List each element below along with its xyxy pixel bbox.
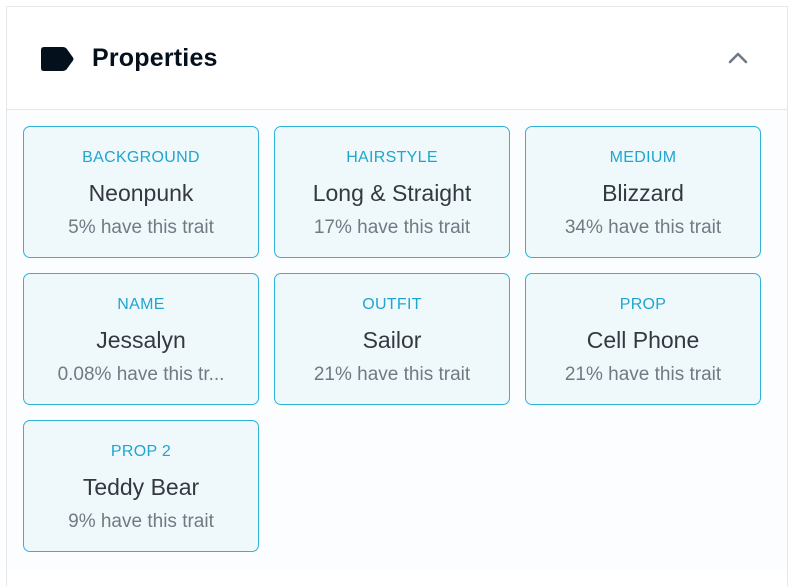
property-type: MEDIUM [609,149,677,166]
property-card[interactable]: HAIRSTYLE Long & Straight 17% have this … [274,126,510,258]
property-value: Jessalyn [96,327,186,353]
property-rarity: 17% have this trait [313,217,471,238]
property-value: Sailor [362,327,422,353]
property-value: Cell Phone [586,327,700,353]
chevron-up-icon[interactable] [725,47,751,69]
property-value: Neonpunk [88,180,194,206]
property-rarity: 0.08% have this tr... [57,364,225,385]
property-value: Blizzard [602,180,684,206]
property-rarity: 9% have this trait [68,511,214,532]
property-type: OUTFIT [362,296,422,313]
property-rarity: 5% have this trait [68,217,214,238]
property-type: PROP [619,296,667,313]
property-card[interactable]: PROP Cell Phone 21% have this trait [525,273,761,405]
property-card[interactable]: NAME Jessalyn 0.08% have this tr... [23,273,259,405]
properties-grid: BACKGROUND Neonpunk 5% have this trait H… [23,126,761,552]
property-card[interactable]: MEDIUM Blizzard 34% have this trait [525,126,761,258]
property-card[interactable]: OUTFIT Sailor 21% have this trait [274,273,510,405]
property-rarity: 34% have this trait [564,217,722,238]
property-type: PROP 2 [110,443,172,460]
section-title: Properties [92,44,218,72]
properties-header[interactable]: Properties [7,7,787,110]
property-type: BACKGROUND [82,149,200,166]
property-type: HAIRSTYLE [346,149,438,166]
properties-body: BACKGROUND Neonpunk 5% have this trait H… [7,110,787,570]
tag-icon [41,47,74,71]
property-rarity: 21% have this trait [564,364,722,385]
properties-panel: Properties BACKGROUND Neonpunk 5% have t… [6,6,788,586]
property-value: Long & Straight [312,180,472,206]
property-card[interactable]: BACKGROUND Neonpunk 5% have this trait [23,126,259,258]
property-type: NAME [117,296,165,313]
property-value: Teddy Bear [82,474,200,500]
property-card[interactable]: PROP 2 Teddy Bear 9% have this trait [23,420,259,552]
property-rarity: 21% have this trait [313,364,471,385]
